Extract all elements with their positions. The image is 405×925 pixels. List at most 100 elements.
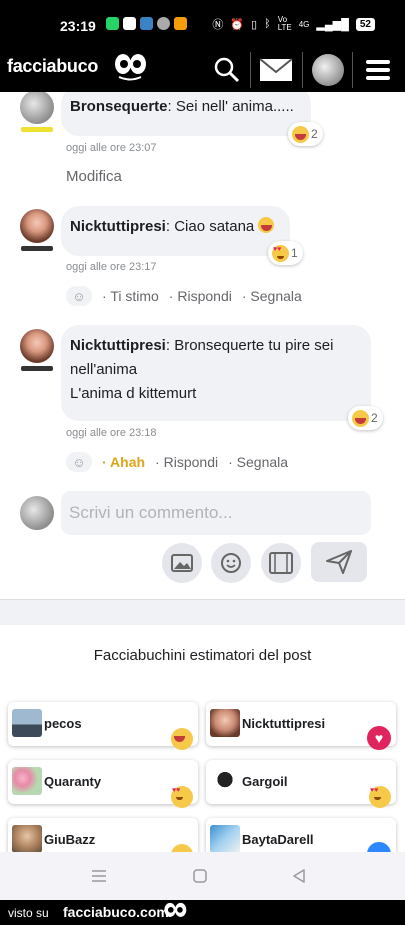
estimator-card[interactable]: BaytaDarell: [206, 818, 396, 852]
battery-icon: 52: [355, 17, 375, 31]
comment-text: nell'anima: [70, 361, 138, 378]
reply-link[interactable]: Rispondi: [155, 454, 218, 470]
report-link[interactable]: Segnala: [228, 454, 288, 470]
comment-input[interactable]: Scrivi un commento...: [61, 491, 371, 535]
add-video-button[interactable]: [261, 543, 301, 583]
comment-bubble: Bronsequerte: Sei nell' anima.....: [61, 92, 311, 136]
estimator-card[interactable]: pecos: [8, 702, 198, 750]
add-emoji-button[interactable]: [211, 543, 251, 583]
vibrate-icon: ▯: [251, 18, 258, 31]
home-icon[interactable]: [192, 868, 208, 884]
watermark-footer: visto su facciabuco.com: [0, 900, 405, 925]
comments-page: Bronsequerte: Sei nell' anima..... 2 ogg…: [0, 92, 405, 852]
reaction-counter[interactable]: 2: [288, 122, 323, 146]
brand-logo[interactable]: facciabuco: [7, 56, 98, 77]
user-level-bar: [21, 246, 53, 251]
alarm-icon: ⏰: [230, 18, 245, 31]
react-button[interactable]: ☺: [66, 286, 92, 306]
reaction-counter[interactable]: 1: [268, 241, 303, 265]
laugh-emoji-icon: [171, 844, 193, 852]
reaction-count: 1: [291, 246, 298, 260]
comment-time: oggi alle ore 23:18: [66, 427, 157, 439]
divider: [352, 52, 353, 88]
comment-author[interactable]: Nicktuttipresi: [70, 337, 166, 354]
menu-button[interactable]: [355, 48, 401, 92]
my-avatar: [20, 496, 54, 530]
back-icon[interactable]: [291, 868, 307, 884]
grin-emoji-icon: [258, 217, 275, 233]
divider: [250, 52, 251, 88]
app-bar: facciabuco: [0, 48, 405, 92]
send-icon: [326, 550, 352, 574]
laugh-emoji-icon: [171, 728, 193, 750]
estimator-name: BaytaDarell: [242, 832, 314, 847]
heart-eyes-emoji-icon: [369, 786, 391, 808]
notification-icons: [106, 17, 187, 30]
avatar[interactable]: [20, 209, 54, 243]
estimator-name: Nicktuttipresi: [242, 716, 326, 731]
avatar: [12, 767, 42, 795]
like-reaction-icon: [367, 842, 391, 852]
system-icons: Ⓝ ⏰ ▯ ᛒ Vo LTE 4G ▂▄▆█ 52: [212, 16, 375, 32]
footer-site: facciabuco.com: [63, 904, 169, 920]
add-image-button[interactable]: [162, 543, 202, 583]
comment-text: : Ciao satana: [165, 218, 255, 235]
comment-actions: ☺ Ahah Rispondi Segnala: [66, 452, 288, 472]
edit-link[interactable]: Modifica: [66, 168, 122, 185]
heart-eyes-emoji-icon: [272, 244, 289, 262]
heart-eyes-emoji-icon: [171, 786, 193, 808]
comment-bubble: Nicktuttipresi: Ciao satana: [61, 206, 290, 256]
gmail-icon: [123, 17, 136, 30]
profile-button[interactable]: [305, 48, 351, 92]
divider: [302, 52, 303, 88]
user-level-bar: [21, 366, 53, 371]
estimator-card[interactable]: GiuBazz: [8, 818, 198, 852]
reply-link[interactable]: Rispondi: [169, 288, 231, 304]
report-link[interactable]: Segnala: [242, 288, 301, 304]
send-button[interactable]: [311, 542, 367, 582]
laugh-emoji-icon: [292, 125, 309, 143]
smiley-icon: [221, 553, 241, 573]
signal-icon: ▂▄▆█: [316, 18, 349, 31]
comment-actions: ☺ Ti stimo Rispondi Segnala: [66, 286, 302, 306]
reaction-counter[interactable]: 2: [348, 406, 383, 430]
system-nav-bar: [0, 852, 405, 900]
search-icon: [214, 57, 240, 83]
menu-icon: [366, 60, 390, 80]
avatar[interactable]: [20, 329, 54, 363]
eyes-logo-icon: [115, 54, 146, 81]
love-reaction-icon: ♥: [367, 726, 391, 750]
nfc-icon: Ⓝ: [212, 19, 224, 31]
avatar: [210, 767, 240, 795]
reaction-link[interactable]: Ahah: [102, 454, 145, 470]
image-icon: [171, 554, 193, 572]
signal-label: 4G: [298, 19, 310, 29]
comment-bubble: Nicktuttipresi: Bronsequerte tu pire sei…: [61, 325, 371, 421]
comment-author[interactable]: Bronsequerte: [70, 98, 168, 115]
section-divider: [0, 599, 405, 625]
app-icon: [140, 17, 153, 30]
eyes-logo-icon: [164, 902, 187, 917]
estimator-card[interactable]: Quaranty: [8, 760, 198, 808]
react-button[interactable]: ☺: [66, 452, 92, 472]
estimator-name: pecos: [44, 716, 82, 731]
estimator-name: Gargoil: [242, 774, 288, 789]
search-button[interactable]: [204, 48, 250, 92]
app-icon-2: [174, 17, 187, 30]
comment-time: oggi alle ore 23:07: [66, 142, 157, 154]
recents-icon[interactable]: [91, 868, 107, 884]
laugh-emoji-icon: [352, 409, 369, 427]
estimator-card[interactable]: Gargoil: [206, 760, 396, 808]
estimator-name: GiuBazz: [44, 832, 96, 847]
avatar[interactable]: [20, 92, 54, 124]
avatar: [210, 709, 240, 737]
comment-actions: Modifica: [66, 168, 122, 185]
estimator-card[interactable]: Nicktuttipresi ♥: [206, 702, 396, 750]
messages-button[interactable]: [253, 48, 299, 92]
comment-author[interactable]: Nicktuttipresi: [70, 218, 166, 235]
fan-icon: [157, 17, 170, 30]
estimators-title: Facciabuchini estimatori del post: [93, 647, 312, 664]
avatar: [12, 825, 42, 852]
avatar: [12, 709, 42, 737]
reaction-link[interactable]: Ti stimo: [102, 288, 158, 304]
